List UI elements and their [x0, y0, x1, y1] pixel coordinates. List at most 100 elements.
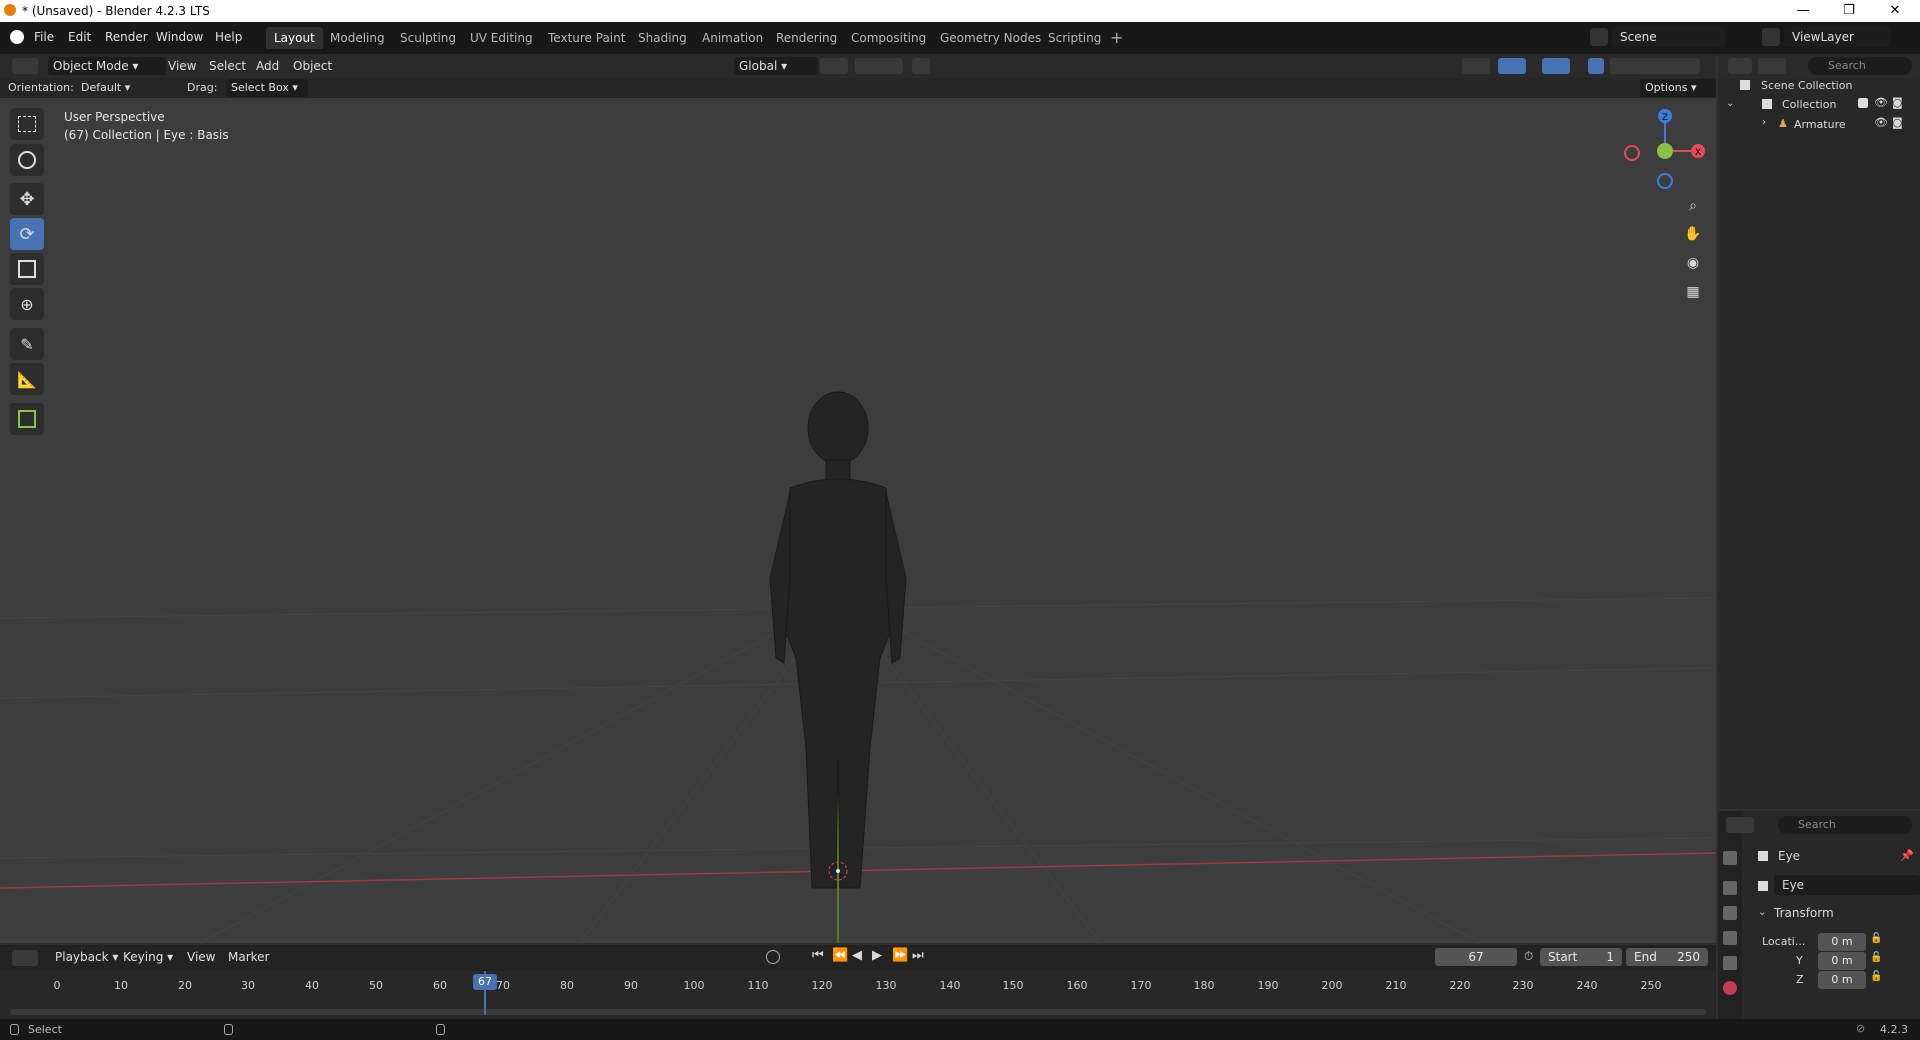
cursor-tool[interactable] — [10, 144, 44, 176]
proportional-edit-icon[interactable] — [912, 58, 930, 74]
menu-add[interactable]: Add — [251, 57, 284, 75]
view-layer-icon[interactable] — [1762, 28, 1780, 46]
options-dropdown[interactable]: Options ▾ — [1640, 79, 1716, 97]
jump-start-icon[interactable]: ⏮ — [812, 948, 824, 963]
playhead-frame-badge[interactable]: 67 — [473, 974, 497, 990]
play-icon[interactable]: ▶ — [872, 948, 882, 963]
collection-expand-icon[interactable]: ⌄ — [1726, 98, 1734, 109]
gizmo-neg-x[interactable] — [1624, 145, 1640, 161]
output-tab-icon[interactable] — [1723, 906, 1737, 920]
gizmo-toggle-icon[interactable] — [1498, 58, 1526, 74]
tab-texture-paint[interactable]: Texture Paint — [540, 27, 633, 49]
timeline-view-menu[interactable]: View — [182, 948, 220, 966]
jump-end-icon[interactable]: ⏭ — [912, 948, 924, 963]
drag-dropdown[interactable]: Select Box ▾ — [226, 79, 308, 97]
tab-modeling[interactable]: Modeling — [322, 27, 393, 49]
zoom-icon[interactable]: ⌕ — [1682, 198, 1704, 220]
collection-visibility-eye-icon[interactable]: 👁 — [1874, 96, 1888, 109]
outliner-display-mode-icon[interactable] — [1758, 58, 1786, 74]
maximize-button[interactable]: ❐ — [1826, 0, 1872, 22]
tab-sculpting[interactable]: Sculpting — [392, 27, 464, 49]
menu-window[interactable]: Window — [156, 30, 203, 44]
scene-name-field[interactable]: Scene — [1612, 27, 1725, 47]
marker-menu[interactable]: Marker — [223, 948, 274, 966]
location-z-lock-icon[interactable]: 🔓 — [1870, 971, 1882, 982]
scene-tab-icon[interactable] — [1723, 956, 1737, 970]
object-data-name-field[interactable]: Eye — [1774, 875, 1920, 895]
view-layer-tab-icon[interactable] — [1723, 931, 1737, 945]
tab-compositing[interactable]: Compositing — [843, 27, 934, 49]
location-x-lock-icon[interactable]: 🔓 — [1870, 933, 1882, 944]
transform-panel-title[interactable]: Transform — [1774, 906, 1834, 920]
play-reverse-icon[interactable]: ◀ — [852, 948, 862, 963]
select-box-tool[interactable] — [10, 108, 44, 140]
armature-render-camera-icon[interactable]: ◙ — [1892, 116, 1903, 129]
location-y-field[interactable]: 0 m — [1818, 952, 1866, 970]
mode-dropdown[interactable]: Object Mode ▾ — [48, 57, 166, 75]
properties-search-input[interactable]: Search — [1778, 816, 1912, 834]
gizmo-y[interactable] — [1657, 143, 1673, 159]
transform-tool[interactable]: ⊕ — [10, 288, 44, 320]
gizmo-neg-z[interactable] — [1657, 173, 1673, 189]
tab-uv-editing[interactable]: UV Editing — [462, 27, 541, 49]
add-cube-tool[interactable] — [10, 403, 44, 435]
menu-render[interactable]: Render — [105, 30, 148, 44]
add-workspace-icon[interactable]: + — [1110, 28, 1123, 47]
current-frame-field[interactable]: 67 — [1435, 948, 1517, 966]
annotate-tool[interactable]: ✎ — [10, 328, 44, 360]
armature-visibility-eye-icon[interactable]: 👁 — [1874, 116, 1888, 129]
location-z-field[interactable]: 0 m — [1818, 971, 1866, 989]
render-tab-icon[interactable] — [1723, 881, 1737, 895]
tab-animation[interactable]: Animation — [694, 27, 771, 49]
jump-keyframe-forward-icon[interactable]: ⏩ — [892, 948, 908, 963]
blender-menu-icon[interactable] — [10, 30, 24, 44]
pan-hand-icon[interactable]: ✋ — [1682, 226, 1704, 248]
armature-expand-icon[interactable]: › — [1762, 117, 1766, 128]
object-name[interactable]: Eye — [1778, 849, 1800, 863]
properties-editor-icon[interactable] — [1726, 817, 1754, 833]
menu-select[interactable]: Select — [204, 57, 251, 75]
keying-menu[interactable]: Keying ▾ — [118, 948, 178, 966]
menu-edit[interactable]: Edit — [68, 30, 91, 44]
preview-range-icon[interactable]: ⏱ — [1524, 949, 1533, 964]
outliner-editor-icon[interactable] — [1728, 58, 1752, 74]
menu-object[interactable]: Object — [288, 57, 337, 75]
tab-layout[interactable]: Layout — [266, 27, 323, 49]
navigation-gizmo[interactable]: Z X — [1620, 106, 1710, 196]
xray-toggle-icon[interactable] — [1588, 58, 1604, 74]
pin-icon[interactable]: 📌 — [1900, 849, 1914, 862]
outliner-search-input[interactable]: Search — [1808, 57, 1912, 75]
visibility-icon[interactable] — [1462, 58, 1490, 74]
jump-keyframe-back-icon[interactable]: ⏪ — [832, 948, 848, 963]
collection-render-camera-icon[interactable]: ◙ — [1892, 96, 1903, 109]
location-y-lock-icon[interactable]: 🔓 — [1870, 952, 1882, 963]
minimize-button[interactable]: — — [1780, 0, 1826, 22]
timeline-editor-icon[interactable] — [12, 950, 38, 966]
overlay-toggle-icon[interactable] — [1542, 58, 1570, 74]
orthographic-grid-icon[interactable]: ▦ — [1682, 284, 1704, 306]
move-tool[interactable]: ✥ — [10, 183, 44, 215]
tool-tab-icon[interactable] — [1723, 851, 1737, 865]
menu-view[interactable]: View — [163, 57, 201, 75]
armature-label[interactable]: Armature — [1794, 118, 1846, 131]
tab-rendering[interactable]: Rendering — [768, 27, 845, 49]
shading-mode-icons[interactable] — [1610, 58, 1700, 74]
camera-view-icon[interactable]: ◉ — [1682, 255, 1704, 277]
collection-label[interactable]: Collection — [1782, 98, 1836, 111]
orientation-dropdown[interactable]: Default ▾ — [76, 79, 182, 97]
menu-help[interactable]: Help — [215, 30, 242, 44]
end-frame-field[interactable]: End 250 — [1626, 948, 1708, 966]
3d-viewport[interactable]: User Perspective (67) Collection | Eye :… — [0, 98, 1716, 943]
auto-keying-icon[interactable] — [766, 950, 780, 964]
location-x-field[interactable]: 0 m — [1818, 933, 1866, 951]
exclude-checkbox[interactable] — [1858, 98, 1868, 108]
snap-icon[interactable] — [855, 58, 903, 74]
tab-shading[interactable]: Shading — [630, 27, 695, 49]
playback-menu[interactable]: Playback ▾ — [50, 948, 123, 966]
tab-geometry-nodes[interactable]: Geometry Nodes — [932, 27, 1049, 49]
pivot-point-icon[interactable] — [820, 58, 848, 74]
scene-collection-label[interactable]: Scene Collection — [1761, 79, 1852, 92]
timeline-scrollbar[interactable] — [10, 1009, 1706, 1015]
tab-scripting[interactable]: Scripting — [1040, 27, 1109, 49]
editor-type-icon[interactable] — [12, 58, 38, 74]
